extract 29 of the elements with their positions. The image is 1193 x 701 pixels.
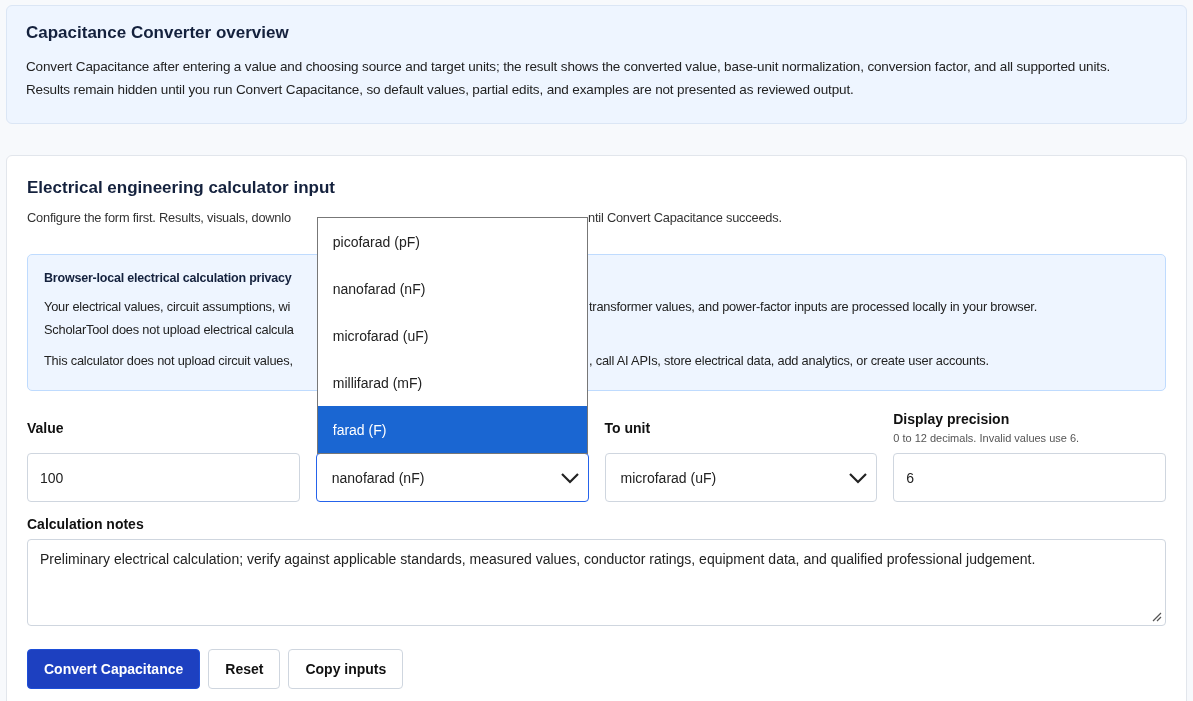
- card-subtitle: ntil Convert Capacitance succeeds.: [588, 209, 782, 227]
- field-label: Value: [27, 420, 65, 436]
- field-hint: 0 to 12 decimals. Invalid values use 6.: [893, 432, 1081, 444]
- input-field[interactable]: 6: [893, 453, 1166, 502]
- card-subtitle: Configure the form first. Results, visuals, downlo: [27, 209, 291, 227]
- field-label: To unit: [604, 420, 652, 436]
- privacy-text: This calculator does not upload circuit values,: [44, 352, 293, 370]
- dropdown-option[interactable]: farad (F): [317, 406, 587, 453]
- card-title: Electrical engineering calculator input: [27, 178, 336, 198]
- action-button[interactable]: Copy inputs: [288, 649, 404, 689]
- chevron-down-icon: [848, 471, 869, 484]
- overview-title: Capacitance Converter overview: [26, 23, 290, 43]
- notes-field[interactable]: Preliminary electrical calculation; verify against applicable standards, measured values, conductor ratings, equipment data, and qualified professional judgement.: [27, 539, 1166, 626]
- overview-text: Results remain hidden until you run Convert Capacitance, so default values, partial edits, and examples are not presented as reviewed output.: [26, 81, 855, 99]
- unit-select[interactable]: microfarad (uF): [604, 453, 878, 502]
- privacy-title: Browser-local electrical calculation privacy: [44, 271, 292, 285]
- action-button[interactable]: Convert Capacitance: [27, 649, 201, 689]
- unit-select[interactable]: nanofarad (nF): [315, 453, 589, 502]
- field-label: Calculation notes: [27, 516, 145, 532]
- resize-handle-icon[interactable]: [1152, 612, 1162, 622]
- input-field[interactable]: 100: [27, 453, 300, 502]
- privacy-text: transformer values, and power-factor inputs are processed locally in your browser.: [589, 298, 1038, 316]
- privacy-text: Your electrical values, circuit assumptions, wi: [44, 298, 291, 316]
- field-label: Display precision: [893, 411, 1011, 427]
- chevron-down-icon: [559, 471, 580, 484]
- overview-text: Convert Capacitance after entering a value and choosing source and target units; the result shows the converted value, base-unit normalization, conversion factor, and all supported units.: [26, 58, 1112, 76]
- privacy-text: ScholarTool does not upload electrical calcula: [44, 321, 294, 339]
- privacy-text: , call AI APIs, store electrical data, add analytics, or create user accounts.: [589, 352, 989, 370]
- action-button[interactable]: Reset: [208, 649, 281, 689]
